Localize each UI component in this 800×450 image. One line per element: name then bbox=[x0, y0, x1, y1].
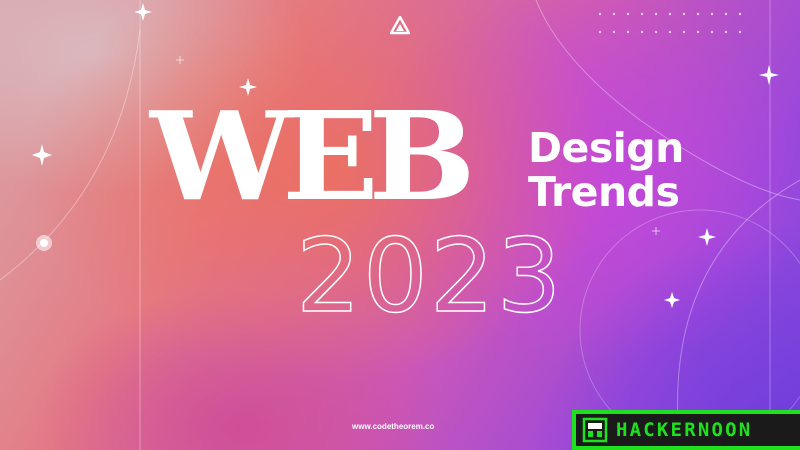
year-outline: 2023 bbox=[295, 217, 564, 336]
subtitle-line-design: Design bbox=[528, 124, 684, 172]
hackernoon-label: HACKERNOON bbox=[616, 419, 753, 441]
subtitle-line-trends: Trends bbox=[528, 168, 680, 216]
triangle-logo-icon bbox=[390, 16, 410, 35]
hackernoon-helmet-icon bbox=[582, 417, 608, 443]
hero-banner: WEB Design Trends 2023 www.codetheorem.c… bbox=[0, 0, 800, 450]
hackernoon-badge[interactable]: HACKERNOON bbox=[572, 410, 800, 450]
hackernoon-badge-inner: HACKERNOON bbox=[576, 414, 800, 446]
subtitle: Design Trends bbox=[528, 126, 684, 214]
title-web: WEB bbox=[150, 84, 476, 228]
website-link[interactable]: www.codetheorem.co bbox=[352, 422, 434, 431]
